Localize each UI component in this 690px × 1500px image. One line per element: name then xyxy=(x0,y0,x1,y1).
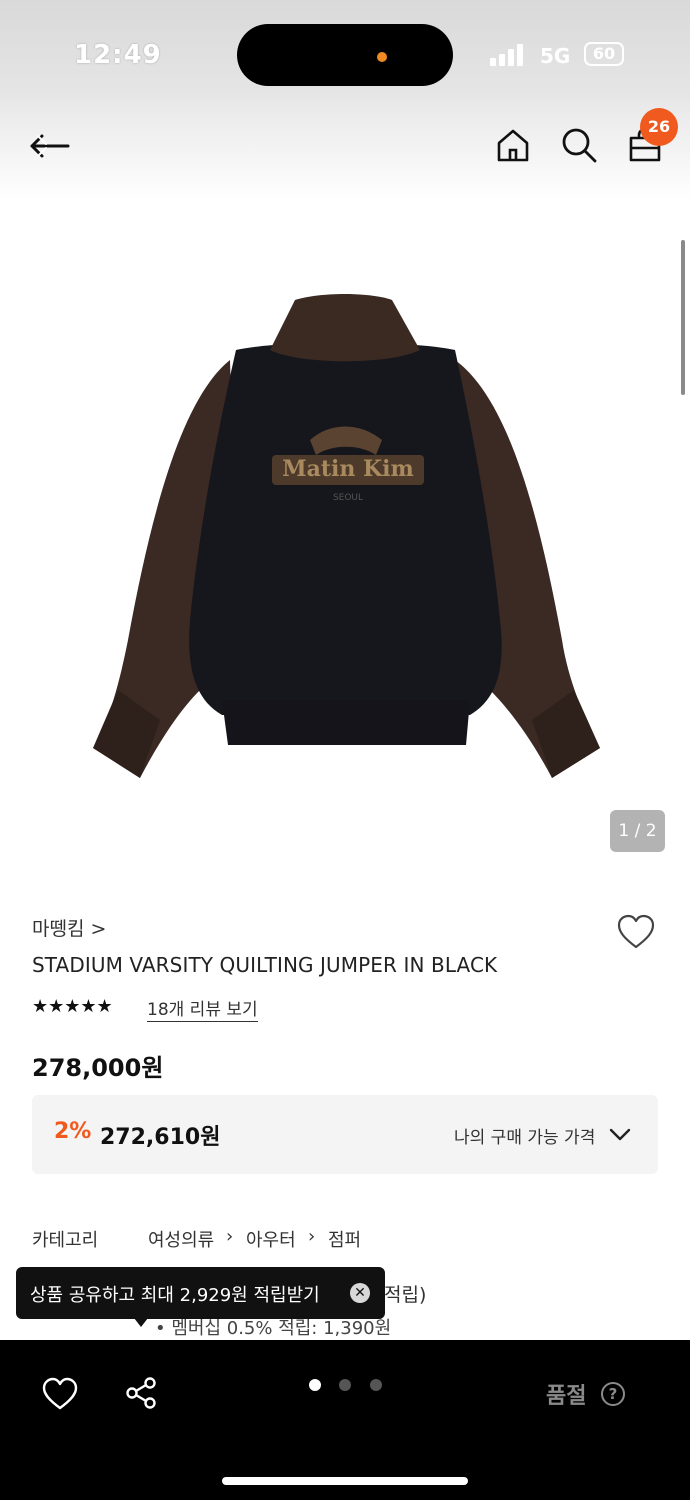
close-icon[interactable]: ✕ xyxy=(350,1283,370,1303)
category-crumb-outer[interactable]: 아우터 xyxy=(246,1226,296,1252)
carousel-dot-1[interactable] xyxy=(309,1379,321,1391)
soldout-label: 품절 xyxy=(546,1384,587,1409)
help-icon[interactable]: ? xyxy=(601,1382,625,1406)
image-counter: 1 / 2 xyxy=(610,810,665,852)
dynamic-island xyxy=(237,24,453,86)
member-price-label: 나의 구매 가능 가격 xyxy=(454,1128,596,1148)
scroll-indicator[interactable] xyxy=(681,240,685,395)
privacy-indicator-dot xyxy=(377,52,387,62)
product-name: STADIUM VARSITY QUILTING JUMPER IN BLACK xyxy=(32,953,498,977)
points-text: 적립) xyxy=(384,1284,427,1306)
carousel-dot-2[interactable] xyxy=(339,1379,351,1391)
search-icon[interactable] xyxy=(560,126,598,164)
member-price: 272,610원 xyxy=(100,1125,221,1150)
cart-count-badge[interactable]: 26 xyxy=(640,108,678,146)
carousel-dot-3[interactable] xyxy=(370,1379,382,1391)
network-type: 5G xyxy=(540,44,571,68)
tooltip-arrow xyxy=(134,1318,148,1327)
svg-text:SEOUL: SEOUL xyxy=(333,493,363,503)
product-image[interactable]: Matin Kim SEOUL xyxy=(0,200,690,880)
review-link[interactable]: 18개 리뷰 보기 xyxy=(147,995,258,1022)
battery-icon: 60 xyxy=(584,42,624,66)
tooltip-text: 상품 공유하고 최대 2,929원 적립받기 xyxy=(30,1285,320,1306)
crumb-separator-icon: › xyxy=(226,1226,234,1247)
home-indicator[interactable] xyxy=(222,1477,468,1485)
category-crumb-jumper[interactable]: 점퍼 xyxy=(328,1226,361,1252)
member-price-box[interactable]: 2% 272,610원 나의 구매 가능 가격 xyxy=(32,1095,658,1174)
jumper-illustration: Matin Kim SEOUL xyxy=(93,294,600,778)
brand-link[interactable]: 마뗑킴 > xyxy=(32,914,106,941)
rating-stars: ★★★★★ xyxy=(32,996,113,1017)
back-icon[interactable] xyxy=(28,128,72,164)
status-time: 12:49 xyxy=(74,40,162,70)
signal-icon xyxy=(490,44,523,66)
home-icon[interactable] xyxy=(494,126,532,164)
bottom-action-bar xyxy=(0,1340,690,1500)
category-label: 카테고리 xyxy=(32,1230,99,1251)
heart-icon[interactable] xyxy=(616,912,656,952)
chevron-down-icon[interactable] xyxy=(608,1123,632,1145)
category-crumb-womens[interactable]: 여성의류 xyxy=(148,1226,214,1252)
share-reward-tooltip: 상품 공유하고 최대 2,929원 적립받기 ✕ xyxy=(16,1267,385,1319)
share-icon[interactable] xyxy=(124,1376,158,1410)
svg-text:Matin Kim: Matin Kim xyxy=(282,456,414,482)
product-price: 278,000원 xyxy=(32,1054,164,1082)
discount-rate: 2% xyxy=(54,1119,92,1144)
crumb-separator-icon: › xyxy=(308,1226,316,1247)
heart-icon[interactable] xyxy=(42,1376,78,1412)
